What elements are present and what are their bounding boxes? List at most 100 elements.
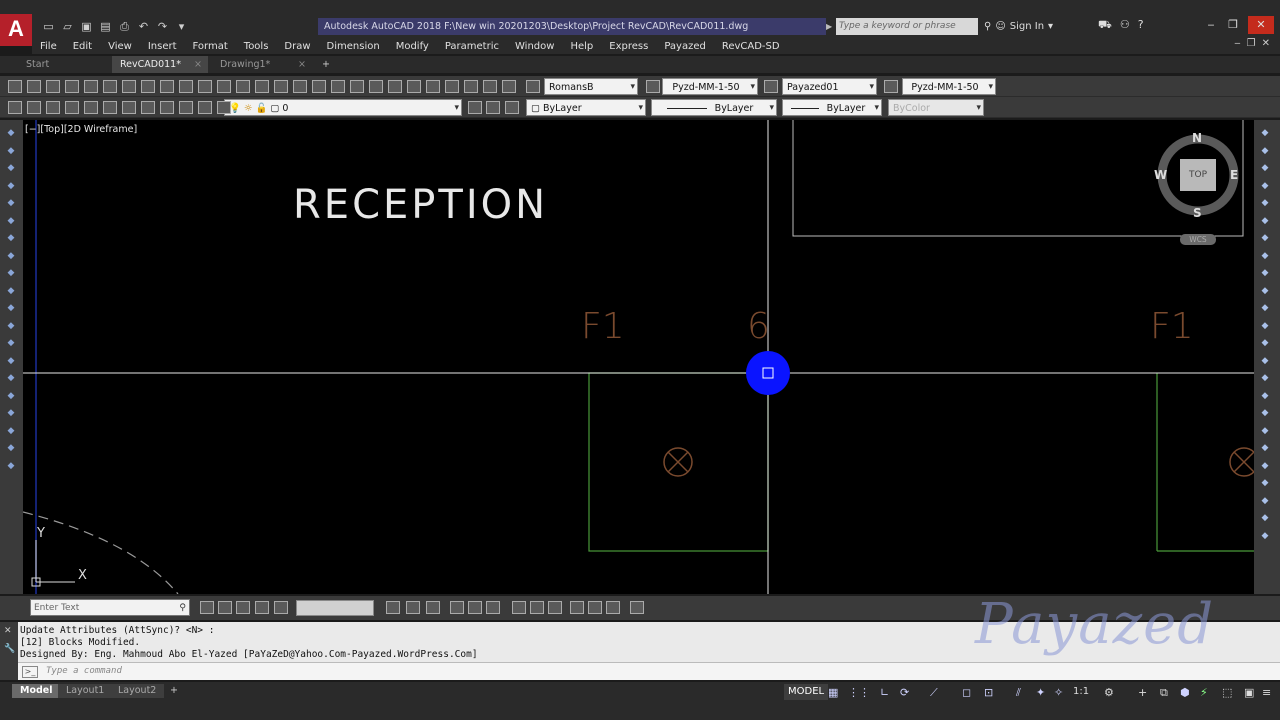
units-icon[interactable]: ⧉ [1160,686,1168,699]
menu-view[interactable]: View [100,41,140,52]
draw-tool-icon[interactable]: ◆ [5,181,17,191]
modify-tool-icon[interactable]: ◆ [1259,461,1271,471]
modify-tool-icon[interactable]: ◆ [1259,198,1271,208]
text-tool-icon[interactable] [588,601,602,614]
close-icon[interactable]: ✕ [4,626,18,636]
modify-tool-icon[interactable]: ◆ [1259,408,1271,418]
text-tool-icon[interactable] [630,601,644,614]
standard-tool-icon[interactable] [236,80,250,93]
standard-tool-icon[interactable] [483,80,497,93]
prompt-icon[interactable]: >_ [22,666,38,678]
minimize-button[interactable]: ‒ [1200,16,1222,34]
menu-file[interactable]: File [32,41,65,52]
standard-tool-icon[interactable] [46,80,60,93]
draw-tool-icon[interactable]: ◆ [5,426,17,436]
isodraft-icon[interactable]: ⟋ [930,686,938,699]
text-tool-icon[interactable] [450,601,464,614]
add-layout-button[interactable]: + [162,684,186,698]
modify-tool-icon[interactable]: ◆ [1259,286,1271,296]
menu-revcad-sd[interactable]: RevCAD-SD [714,41,788,52]
text-tool-icon[interactable] [218,601,232,614]
dim-style-dropdown[interactable]: Pyzd-MM-1-50 [662,78,758,95]
modify-tool-icon[interactable]: ◆ [1259,233,1271,243]
text-tool-icon[interactable] [512,601,526,614]
standard-tool-icon[interactable] [331,80,345,93]
standard-tool-icon[interactable] [122,80,136,93]
menu-dimension[interactable]: Dimension [319,41,388,52]
document-window-controls[interactable]: ‒❐✕ [1234,38,1276,49]
text-tool-icon[interactable] [486,601,500,614]
layer-tool-icon[interactable] [84,101,98,114]
text-tool-icon[interactable] [530,601,544,614]
menu-payazed[interactable]: Payazed [656,41,714,52]
text-tool-icon[interactable] [274,601,288,614]
save-icon[interactable]: ▣ [78,20,95,34]
standard-tool-icon[interactable] [179,80,193,93]
sign-in-button[interactable]: ⚲ ☺ Sign In ▾ [984,18,1053,35]
standard-tool-icon[interactable] [426,80,440,93]
standard-tool-icon[interactable] [369,80,383,93]
menu-insert[interactable]: Insert [140,41,185,52]
layer-tool-icon[interactable] [8,101,22,114]
autoscale-icon[interactable]: ✧ [1054,686,1063,699]
text-tool-icon[interactable] [200,601,214,614]
lineweight-icon[interactable]: ⫽ [1016,686,1021,699]
polar-icon[interactable]: ⟳ [900,686,909,699]
modify-tool-icon[interactable]: ◆ [1259,163,1271,173]
gear-icon[interactable]: ⚙ [1104,686,1114,699]
standard-tool-icon[interactable] [293,80,307,93]
wrench-icon[interactable]: 🔧 [4,644,18,654]
text-tool-icon[interactable] [255,601,269,614]
menu-express[interactable]: Express [601,41,656,52]
standard-tool-icon[interactable] [65,80,79,93]
standard-tool-icon[interactable] [388,80,402,93]
text-tool-icon[interactable] [386,601,400,614]
menu-format[interactable]: Format [185,41,236,52]
close-icon[interactable]: × [298,56,306,73]
menu-edit[interactable]: Edit [65,41,100,52]
otrack-icon[interactable]: ⊡ [984,686,993,699]
draw-tool-icon[interactable]: ◆ [5,268,17,278]
layer-tool-icon[interactable] [65,101,79,114]
modify-tool-icon[interactable]: ◆ [1259,338,1271,348]
layer-tool-icon[interactable] [141,101,155,114]
modify-tool-icon[interactable]: ◆ [1259,146,1271,156]
tab-layout2[interactable]: Layout2 [110,684,165,698]
viewcube-west[interactable]: W [1154,168,1167,182]
viewport-controls[interactable]: [−][Top][2D Wireframe] [25,124,137,135]
modify-tool-icon[interactable]: ◆ [1259,128,1271,138]
draw-tool-icon[interactable]: ◆ [5,373,17,383]
redo-icon[interactable]: ↷ [154,20,171,34]
wcs-menu-button[interactable]: WCS [1180,234,1216,245]
enter-text-input[interactable]: Enter Text ⚲ [30,599,190,616]
layer-dropdown[interactable]: 💡 ☼ 🔓 ▢ 0 [224,99,462,116]
layer-tool-icon[interactable] [103,101,117,114]
chevron-right-icon[interactable]: ▶ [826,18,836,35]
draw-tool-icon[interactable]: ◆ [5,303,17,313]
hardware-accel-icon[interactable]: ⚡ [1200,686,1208,699]
text-dropdown[interactable] [296,600,374,616]
text-tool-icon[interactable] [606,601,620,614]
tab-start[interactable]: Start [18,56,110,73]
modify-tool-icon[interactable]: ◆ [1259,513,1271,523]
saveas-icon[interactable]: ▤ [97,20,114,34]
viewcube-east[interactable]: E [1230,168,1238,182]
color-dropdown[interactable]: ▢ ByLayer [526,99,646,116]
draw-tool-icon[interactable]: ◆ [5,216,17,226]
standard-tool-icon[interactable] [217,80,231,93]
layer-tool-icon[interactable] [122,101,136,114]
modify-tool-icon[interactable]: ◆ [1259,251,1271,261]
draw-tool-icon[interactable]: ◆ [5,128,17,138]
help-icon[interactable]: ? [1138,18,1144,33]
new-tab-button[interactable]: + [318,56,336,73]
modify-tool-icon[interactable]: ◆ [1259,216,1271,226]
standard-tool-icon[interactable] [502,80,516,93]
draw-tool-icon[interactable]: ◆ [5,198,17,208]
plus-icon[interactable]: + [1138,686,1147,699]
osnap-icon[interactable]: ◻ [962,686,971,699]
modify-tool-icon[interactable]: ◆ [1259,303,1271,313]
standard-tool-icon[interactable] [160,80,174,93]
table-style-dropdown[interactable]: Payazed01 [782,78,877,95]
draw-tool-icon[interactable]: ◆ [5,391,17,401]
draw-tool-icon[interactable]: ◆ [5,146,17,156]
